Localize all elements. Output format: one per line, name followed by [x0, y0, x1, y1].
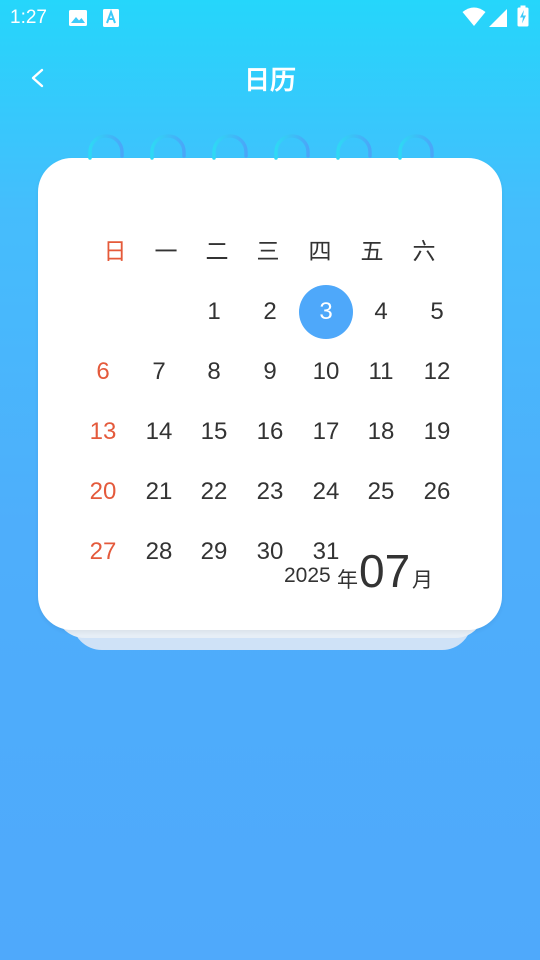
calendar-day[interactable]: 17	[298, 404, 354, 460]
calendar-day[interactable]: 15	[186, 404, 242, 460]
calendar-day-number: 27	[89, 538, 117, 565]
status-bar: 1:27	[0, 0, 540, 36]
calendar-day[interactable]: 19	[409, 404, 465, 460]
month-value: 07	[359, 545, 411, 597]
calendar-day-number: 16	[256, 418, 284, 445]
calendar-day[interactable]: 5	[409, 284, 465, 340]
calendar-day[interactable]: 23	[242, 464, 298, 520]
calendar-day-number: 1	[207, 298, 221, 325]
calendar-day-number: 26	[423, 478, 451, 505]
calendar-day[interactable]: 13	[75, 404, 131, 460]
calendar-day[interactable]: 21	[131, 464, 187, 520]
calendar-day-number: 11	[368, 358, 394, 385]
calendar-day-number: 9	[263, 358, 277, 385]
calendar-day-number: 5	[430, 298, 444, 325]
calendar-day-number: 8	[207, 358, 221, 385]
calendar-day-number: 22	[200, 478, 228, 505]
binder-ring	[398, 134, 434, 160]
calendar-day[interactable]: 30	[242, 524, 298, 580]
calendar-day-number: 19	[423, 418, 451, 445]
calendar-day-number: 3	[319, 298, 333, 325]
month-suffix: 月	[412, 568, 433, 592]
binder-ring	[150, 134, 186, 160]
calendar-day[interactable]: 4	[353, 284, 409, 340]
calendar-day-today[interactable]: 3	[298, 284, 354, 340]
calendar-day[interactable]: 28	[131, 524, 187, 580]
calendar-day-number: 13	[89, 418, 117, 445]
calendar-day-number: 25	[367, 478, 395, 505]
weekday-label: 一	[154, 239, 178, 265]
image-icon	[69, 10, 87, 26]
binder-ring	[336, 134, 372, 160]
calendar-day-number: 14	[145, 418, 173, 445]
weekday-label: 日	[103, 239, 127, 265]
calendar-day-number: 30	[256, 538, 284, 565]
weekday-label: 二	[205, 239, 229, 265]
calendar-day-number: 18	[367, 418, 395, 445]
calendar-day[interactable]: 1	[186, 284, 242, 340]
calendar-day[interactable]: 18	[353, 404, 409, 460]
calendar-day[interactable]: 31	[298, 524, 354, 580]
calendar-day-number: 6	[96, 358, 110, 385]
calendar-day-number: 23	[256, 478, 284, 505]
calendar-day[interactable]: 26	[409, 464, 465, 520]
title-bar: 日历	[0, 50, 540, 106]
calendar-day[interactable]: 25	[353, 464, 409, 520]
weekday-label: 五	[360, 239, 384, 265]
calendar-day-number: 28	[145, 538, 173, 565]
calendar-day[interactable]: 9	[242, 344, 298, 400]
calendar-day-number: 12	[423, 358, 451, 385]
calendar-day-number: 4	[374, 298, 388, 325]
battery-charging-icon	[517, 5, 529, 27]
calendar-day-number: 15	[200, 418, 228, 445]
text-a-icon	[103, 9, 119, 27]
calendar-day[interactable]: 16	[242, 404, 298, 460]
calendar-day[interactable]: 8	[186, 344, 242, 400]
status-time: 1:27	[10, 7, 47, 28]
calendar-day-number: 7	[152, 358, 166, 385]
weekday-label: 四	[308, 239, 332, 265]
page-title: 日历	[243, 66, 296, 96]
calendar-day[interactable]: 11	[353, 344, 409, 400]
calendar-day-number: 29	[200, 538, 228, 565]
calendar-day[interactable]: 12	[409, 344, 465, 400]
calendar-day[interactable]: 7	[131, 344, 187, 400]
calendar-day[interactable]: 10	[298, 344, 354, 400]
weekday-label: 三	[256, 239, 280, 265]
calendar-day[interactable]: 14	[131, 404, 187, 460]
signal-icon	[489, 9, 507, 27]
binder-ring	[212, 134, 248, 160]
calendar-day-number: 24	[312, 478, 340, 505]
calendar-day-number: 2	[263, 298, 277, 325]
calendar-day[interactable]: 6	[75, 344, 131, 400]
calendar-day[interactable]: 20	[75, 464, 131, 520]
calendar-day-number: 31	[312, 538, 340, 565]
binder-ring	[88, 134, 124, 160]
calendar-day-number: 17	[312, 418, 340, 445]
calendar-day[interactable]: 24	[298, 464, 354, 520]
calendar-day-number: 10	[312, 358, 340, 385]
calendar-day[interactable]: 2	[242, 284, 298, 340]
weekday-label: 六	[412, 239, 436, 265]
calendar-day[interactable]: 29	[186, 524, 242, 580]
binder-ring	[274, 134, 310, 160]
calendar-day-number: 21	[145, 478, 173, 505]
calendar-day[interactable]: 22	[186, 464, 242, 520]
wifi-icon	[462, 7, 486, 26]
calendar-day[interactable]: 27	[75, 524, 131, 580]
calendar-day-number: 20	[89, 478, 117, 505]
